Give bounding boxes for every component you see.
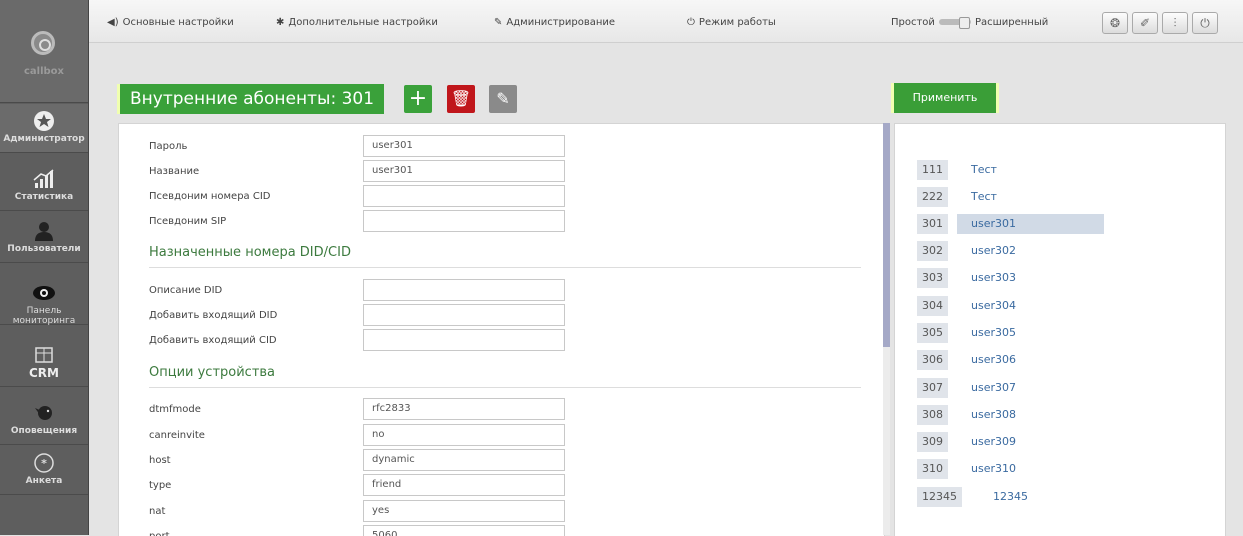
form-row: Добавить входящий CID — [149, 329, 569, 353]
form-icon: * — [34, 453, 54, 473]
extension-form: Пароль user301 Название user301 Псевдони… — [118, 123, 885, 536]
name-field[interactable]: user301 — [363, 160, 565, 182]
field-label: Псевдоним SIP — [149, 216, 227, 227]
form-row: dtmfmode rfc2833 — [149, 398, 569, 422]
canreinvite-field[interactable]: no — [363, 424, 565, 446]
eye-icon — [33, 286, 55, 300]
page-title: Внутренние абоненты: 301 — [117, 84, 385, 114]
brain-icon[interactable]: ❂ — [1102, 12, 1128, 34]
field-label: Псевдоним номера CID — [149, 191, 271, 202]
sidebar-item-admin[interactable]: Администратор — [0, 104, 88, 153]
incoming-did-field[interactable] — [363, 304, 565, 326]
sidebar-item-label: Панель мониторинга — [12, 306, 76, 326]
form-row: Псевдоним номера CID — [149, 185, 569, 209]
logo-icon — [31, 31, 55, 55]
form-row: Описание DID — [149, 279, 569, 303]
port-field[interactable]: 5060 — [363, 525, 565, 536]
bird-icon — [35, 406, 52, 420]
user-icon — [35, 222, 53, 241]
sidebar-item-stats[interactable]: Статистика — [0, 162, 88, 211]
field-label: Описание DID — [149, 285, 223, 296]
form-row: Добавить входящий DID — [149, 304, 569, 328]
form-row: type friend — [149, 474, 569, 498]
field-label: dtmfmode — [149, 404, 201, 415]
form-row: nat yes — [149, 500, 569, 524]
field-label: Название — [149, 166, 200, 177]
star-icon — [34, 111, 54, 131]
sidebar-item-label: Анкета — [25, 476, 63, 486]
sidebar: callbox Администратор Статистика Пользов… — [0, 0, 89, 535]
dtmfmode-field[interactable]: rfc2833 — [363, 398, 565, 420]
incoming-cid-field[interactable] — [363, 329, 565, 351]
svg-text:*: * — [41, 457, 47, 470]
type-field[interactable]: friend — [363, 474, 565, 496]
plus-icon: + — [408, 86, 428, 111]
sip-alias-field[interactable] — [363, 210, 565, 232]
topnav-work-mode[interactable]: ⏻ Режим работы — [687, 17, 776, 28]
sidebar-item-monitoring[interactable]: Панель мониторинга — [0, 276, 88, 326]
did-description-field[interactable] — [363, 279, 565, 301]
field-label: port — [149, 531, 170, 536]
chart-icon — [33, 169, 54, 188]
field-label: Добавить входящий CID — [149, 335, 277, 346]
shutdown-icon[interactable]: ⏻ — [1192, 12, 1218, 34]
mode-switch[interactable]: Простой Расширенный — [891, 17, 1048, 29]
password-field[interactable]: user301 — [363, 135, 565, 157]
topnav-advanced-settings[interactable]: ✱ Дополнительные настройки — [276, 17, 438, 28]
sidebar-item-survey[interactable]: * Анкета — [0, 446, 88, 495]
topnav-basic-settings[interactable]: ◀) Основные настройки — [107, 17, 234, 28]
field-label: host — [149, 455, 171, 466]
field-label: canreinvite — [149, 430, 205, 441]
field-label: Добавить входящий DID — [149, 310, 278, 321]
host-field[interactable]: dynamic — [363, 449, 565, 471]
trash-icon: 🗑 — [450, 89, 472, 108]
wrench-icon: ✎ — [494, 17, 503, 28]
sidebar-item-label: CRM — [29, 366, 59, 380]
delete-button[interactable]: 🗑 — [447, 85, 475, 113]
form-row: Пароль user301 — [149, 135, 569, 159]
power-icon: ⏻ — [687, 17, 695, 28]
edit-button[interactable]: ✎ — [489, 85, 517, 113]
add-button[interactable]: + — [404, 85, 432, 113]
tools-icon[interactable]: ✐ — [1132, 12, 1158, 34]
sound-icon: ◀) — [107, 17, 119, 28]
crm-icon — [35, 347, 53, 363]
sidebar-item-label: Пользователи — [7, 244, 81, 254]
sidebar-item-notifications[interactable]: Оповещения — [0, 396, 88, 445]
apply-button[interactable]: Применить — [891, 83, 999, 113]
field-label: nat — [149, 506, 166, 517]
top-navigation: ◀) Основные настройки ✱ Дополнительные нас… — [89, 0, 1243, 43]
extension-list: 111 Тест 222 Тест 301 user301 302 user302 30… — [894, 123, 1226, 536]
asterisk-icon: ✱ — [276, 17, 285, 28]
mode-toggle[interactable] — [938, 17, 971, 29]
brand-name: callbox — [23, 66, 64, 77]
pencil-icon: ✎ — [496, 89, 510, 108]
form-row: Псевдоним SIP — [149, 210, 569, 234]
nat-field[interactable]: yes — [363, 500, 565, 522]
form-row: port 5060 — [149, 525, 569, 536]
sidebar-item-crm[interactable]: CRM — [0, 338, 88, 387]
field-label: type — [149, 480, 172, 491]
sidebar-item-label: Администратор — [3, 134, 85, 144]
sidebar-item-label: Оповещения — [10, 426, 78, 436]
logo[interactable]: callbox — [0, 0, 88, 103]
field-label: Пароль — [149, 141, 188, 152]
sidebar-item-label: Статистика — [14, 192, 74, 202]
topnav-administration[interactable]: ✎ Администрирование — [494, 17, 615, 28]
section-title-did: Назначенные номера DID/CID — [149, 245, 861, 268]
section-title-device: Опции устройства — [149, 365, 861, 388]
form-scroll-thumb[interactable] — [883, 123, 890, 347]
cid-alias-field[interactable] — [363, 185, 565, 207]
form-row: host dynamic — [149, 449, 569, 473]
sidebar-item-users[interactable]: Пользователи — [0, 214, 88, 263]
form-row: canreinvite no — [149, 424, 569, 448]
sliders-icon[interactable]: ⫶ — [1162, 12, 1188, 34]
form-row: Название user301 — [149, 160, 569, 184]
